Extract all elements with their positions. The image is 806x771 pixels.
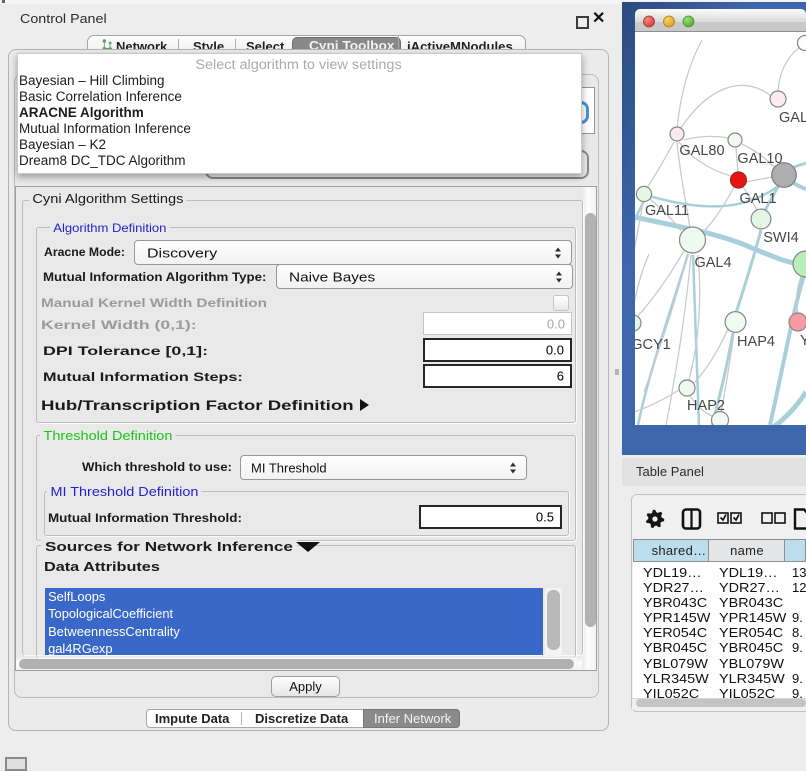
svg-text:GAL80: GAL80 — [679, 143, 724, 159]
svg-text:HAP2: HAP2 — [687, 398, 725, 414]
svg-text:SWI4: SWI4 — [763, 230, 798, 246]
svg-text:YH: YH — [800, 333, 806, 349]
svg-text:GAL7: GAL7 — [779, 110, 806, 126]
svg-text:GAL1: GAL1 — [739, 191, 776, 207]
svg-text:GCY1: GCY1 — [631, 337, 671, 353]
svg-text:GAL10: GAL10 — [737, 151, 782, 167]
svg-text:GAL11: GAL11 — [645, 203, 689, 219]
svg-text:GAL4: GAL4 — [694, 255, 731, 271]
svg-text:HAP4: HAP4 — [737, 334, 775, 350]
